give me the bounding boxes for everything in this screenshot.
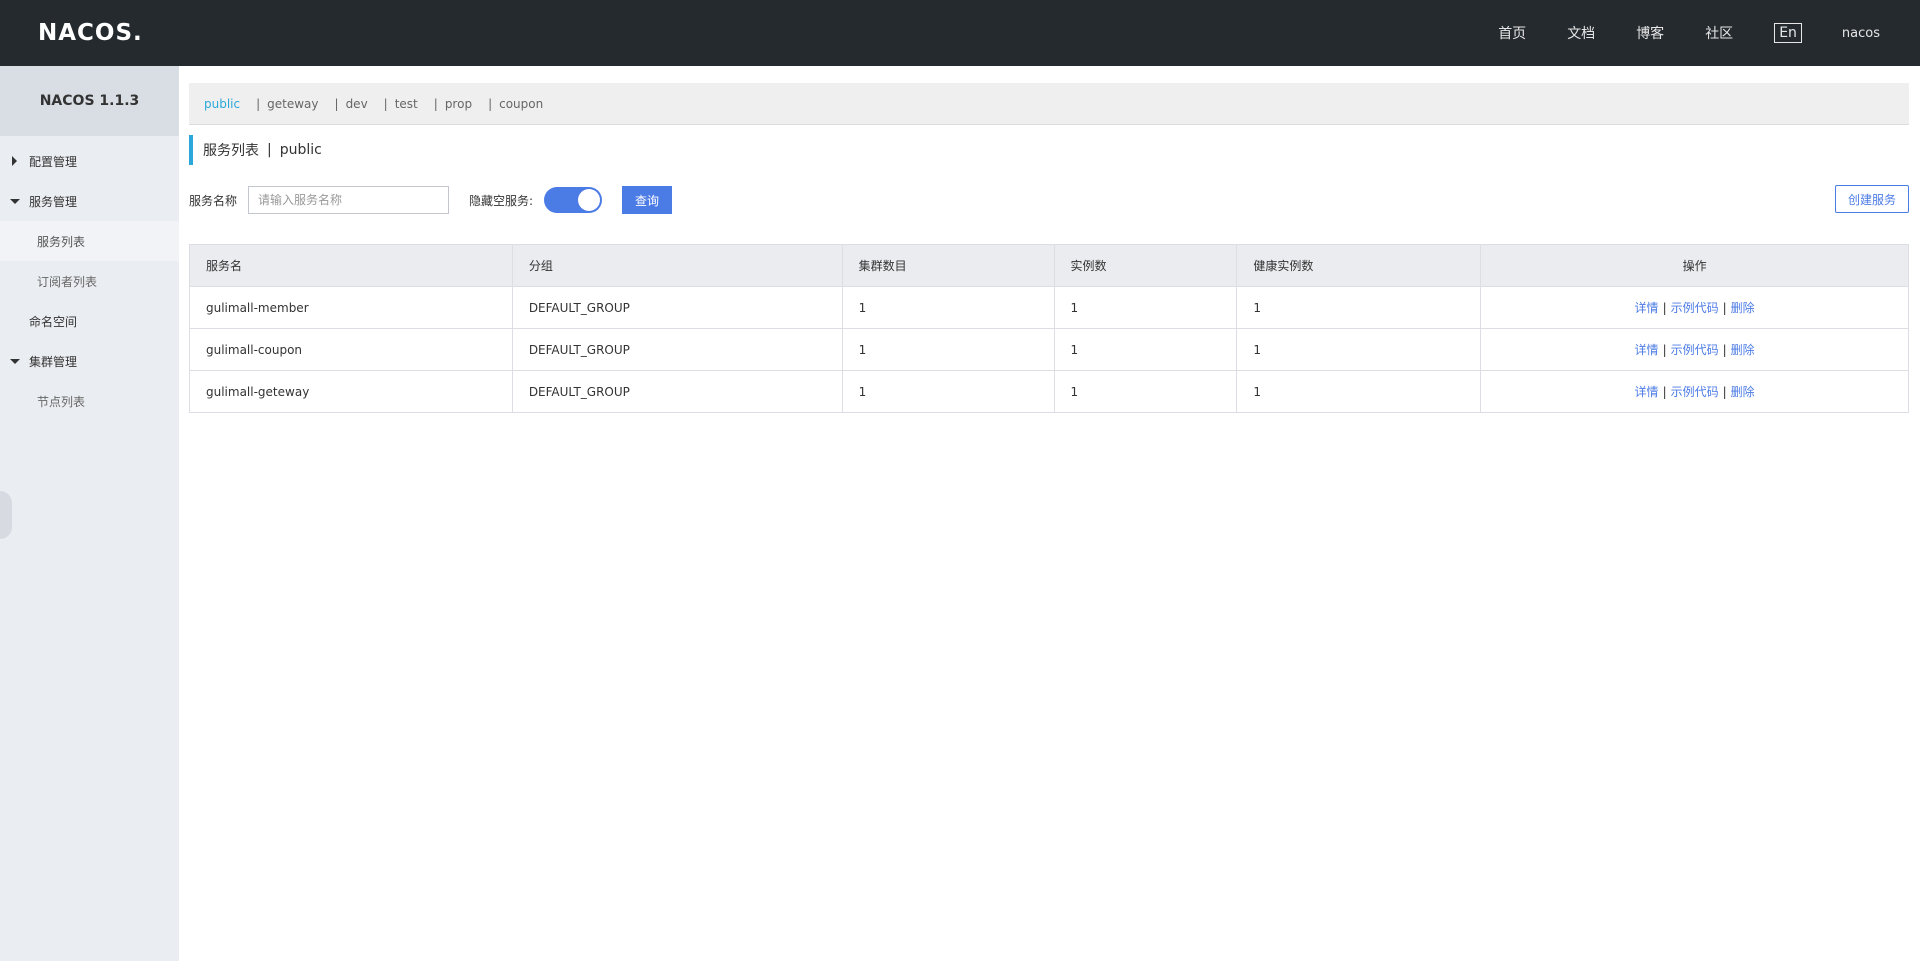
namespace-geteway[interactable]: geteway (267, 97, 318, 111)
column-header: 健康实例数 (1236, 244, 1482, 287)
cell-group: DEFAULT_GROUP (511, 370, 843, 413)
namespace-separator: | (383, 96, 388, 111)
column-header: 分组 (511, 244, 843, 287)
nav-home[interactable]: 首页 (1498, 23, 1526, 43)
sidebar-item-label: 配置管理 (29, 154, 78, 169)
cell-healthy-count: 1 (1236, 286, 1482, 329)
sample-code-link[interactable]: 示例代码 (1671, 343, 1719, 357)
namespace-separator: | (433, 96, 438, 111)
top-nav: 首页 文档 博客 社区 En nacos (1498, 0, 1920, 66)
namespace-separator: | (256, 96, 261, 111)
cell-service-name: gulimall-coupon (189, 328, 513, 371)
sidebar-item-service-mgmt[interactable]: 服务管理 (0, 181, 179, 221)
cell-cluster-count: 1 (841, 286, 1055, 329)
namespace-bar: public | geteway | dev | test | prop | c… (189, 83, 1909, 125)
action-separator: | (1662, 301, 1667, 315)
sidebar-item-label: 集群管理 (29, 354, 78, 369)
detail-link[interactable]: 详情 (1635, 385, 1659, 399)
cell-healthy-count: 1 (1236, 328, 1482, 371)
cell-healthy-count: 1 (1236, 370, 1482, 413)
caret-down-icon (10, 359, 20, 364)
sidebar-item-label: 命名空间 (29, 314, 78, 329)
sidebar-item-label: 节点列表 (37, 394, 86, 409)
column-header: 服务名 (189, 244, 513, 287)
sidebar-item-service-list[interactable]: 服务列表 (0, 221, 179, 261)
page-title-divider: | (267, 142, 272, 158)
action-separator: | (1662, 385, 1667, 399)
namespace-coupon[interactable]: coupon (499, 97, 543, 111)
namespace-separator: | (488, 96, 493, 111)
caret-right-icon (12, 156, 17, 166)
table-row: gulimall-geteway DEFAULT_GROUP 1 1 1 详情 |… (189, 370, 1909, 413)
sidebar-item-label: 订阅者列表 (37, 274, 98, 289)
page-title-text: 服务列表 (203, 143, 259, 159)
sample-code-link[interactable]: 示例代码 (1671, 385, 1719, 399)
delete-link[interactable]: 删除 (1731, 343, 1755, 357)
cell-actions: 详情 | 示例代码 | 删除 (1480, 328, 1909, 371)
action-separator: | (1722, 385, 1727, 399)
sidebar: NACOS 1.1.3 配置管理 服务管理 服务列表 订阅者列表 命名空间 集群… (0, 66, 179, 961)
sample-code-link[interactable]: 示例代码 (1671, 301, 1719, 315)
table-row: gulimall-coupon DEFAULT_GROUP 1 1 1 详情 | 示… (189, 328, 1909, 371)
table-row: gulimall-member DEFAULT_GROUP 1 1 1 详情 | 示… (189, 286, 1909, 329)
sidebar-collapse-handle[interactable] (0, 491, 12, 539)
delete-link[interactable]: 删除 (1731, 385, 1755, 399)
namespace-prop[interactable]: prop (445, 97, 472, 111)
hide-empty-label: 隐藏空服务: (469, 193, 534, 208)
cell-group: DEFAULT_GROUP (511, 328, 843, 371)
language-switch[interactable]: En (1774, 23, 1802, 43)
table-header-row: 服务名 分组 集群数目 实例数 健康实例数 操作 (189, 244, 1909, 287)
main-content: public | geteway | dev | test | prop | c… (189, 83, 1909, 413)
action-separator: | (1722, 301, 1727, 315)
cell-instance-count: 1 (1053, 286, 1238, 329)
sidebar-item-label: 服务列表 (37, 234, 86, 249)
sidebar-item-namespace[interactable]: 命名空间 (0, 301, 179, 341)
sidebar-item-node-list[interactable]: 节点列表 (0, 381, 179, 421)
delete-link[interactable]: 删除 (1731, 301, 1755, 315)
service-name-label: 服务名称 (189, 193, 238, 208)
cell-cluster-count: 1 (841, 328, 1055, 371)
sidebar-item-subscribers[interactable]: 订阅者列表 (0, 261, 179, 301)
cell-group: DEFAULT_GROUP (511, 286, 843, 329)
detail-link[interactable]: 详情 (1635, 343, 1659, 357)
cell-instance-count: 1 (1053, 328, 1238, 371)
detail-link[interactable]: 详情 (1635, 301, 1659, 315)
nav-community[interactable]: 社区 (1705, 23, 1733, 43)
action-separator: | (1722, 343, 1727, 357)
namespace-public[interactable]: public (204, 97, 240, 111)
filter-bar: 服务名称 隐藏空服务: 查询 创建服务 (189, 185, 1909, 215)
sidebar-menu: 配置管理 服务管理 服务列表 订阅者列表 命名空间 集群管理 节点列表 (0, 141, 179, 421)
namespace-separator: | (334, 96, 339, 111)
sidebar-item-config[interactable]: 配置管理 (0, 141, 179, 181)
nav-blog[interactable]: 博客 (1636, 23, 1664, 43)
toggle-knob (578, 189, 601, 211)
caret-down-icon (10, 199, 20, 204)
namespace-dev[interactable]: dev (346, 97, 368, 111)
column-header: 操作 (1480, 244, 1909, 287)
sidebar-title: NACOS 1.1.3 (0, 66, 179, 136)
action-separator: | (1662, 343, 1667, 357)
query-button[interactable]: 查询 (622, 186, 673, 214)
sidebar-item-label: 服务管理 (29, 194, 78, 209)
column-header: 实例数 (1053, 244, 1238, 287)
cell-service-name: gulimall-member (189, 286, 513, 329)
namespace-test[interactable]: test (395, 97, 418, 111)
page-title: 服务列表 | public (189, 135, 322, 165)
cell-actions: 详情 | 示例代码 | 删除 (1480, 370, 1909, 413)
sidebar-item-cluster-mgmt[interactable]: 集群管理 (0, 341, 179, 381)
cell-actions: 详情 | 示例代码 | 删除 (1480, 286, 1909, 329)
cell-service-name: gulimall-geteway (189, 370, 513, 413)
top-bar: NACOS. 首页 文档 博客 社区 En nacos (0, 0, 1920, 66)
nav-docs[interactable]: 文档 (1567, 23, 1595, 43)
user-name[interactable]: nacos (1842, 26, 1880, 41)
cell-instance-count: 1 (1053, 370, 1238, 413)
column-header: 集群数目 (841, 244, 1055, 287)
hide-empty-toggle[interactable] (544, 187, 603, 213)
service-table: 服务名 分组 集群数目 实例数 健康实例数 操作 gulimall-member… (189, 244, 1909, 413)
cell-cluster-count: 1 (841, 370, 1055, 413)
create-service-button[interactable]: 创建服务 (1835, 185, 1909, 213)
nacos-logo[interactable]: NACOS. (38, 20, 143, 46)
service-name-input[interactable] (248, 186, 450, 214)
page-title-namespace: public (279, 142, 322, 158)
